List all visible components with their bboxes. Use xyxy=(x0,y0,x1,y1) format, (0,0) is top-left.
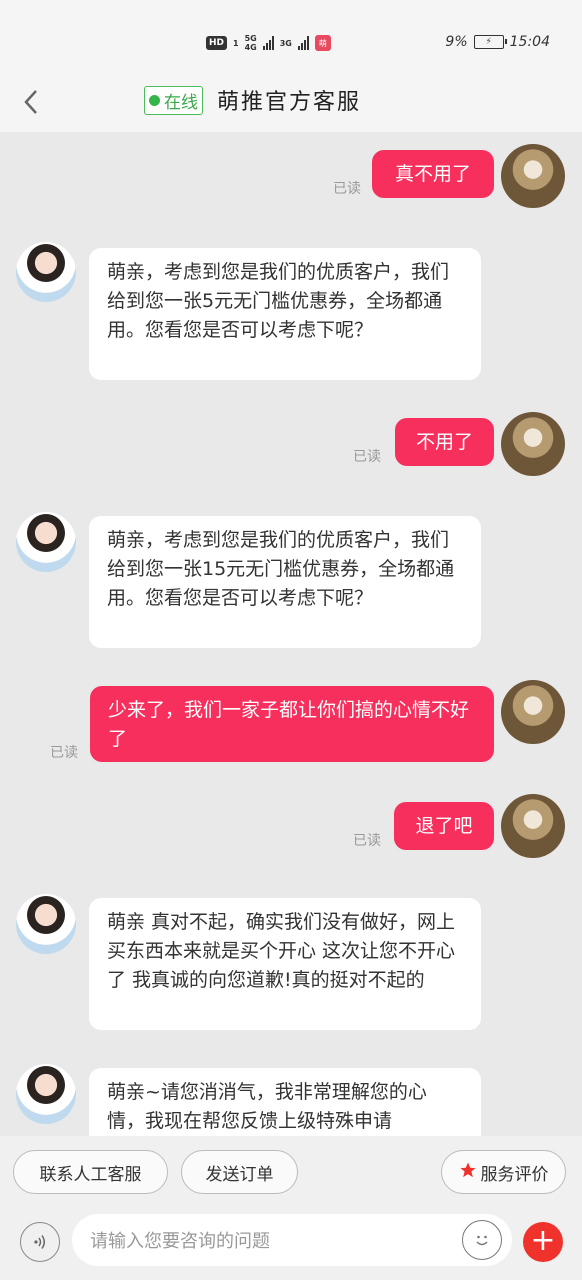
network-type-2: 3G xyxy=(279,38,292,48)
app-notification-icon: 萌 xyxy=(314,35,331,51)
service-rating-button[interactable]: 服务评价 xyxy=(441,1150,566,1194)
online-dot-icon xyxy=(149,95,160,106)
page-title: 萌推官方客服 xyxy=(217,90,362,115)
read-receipt: 已读 xyxy=(353,449,381,465)
status-bar: HD 1 5G 4G 3G 萌 9% ⚡ 15:04 xyxy=(0,0,582,80)
contact-human-button[interactable]: 联系人工客服 xyxy=(13,1150,168,1194)
agent-message[interactable]: 萌亲，考虑到您是我们的优质客户，我们给到您一张5元无门槛优惠券，全场都通用。您看… xyxy=(89,248,481,380)
plus-icon[interactable]: + xyxy=(523,1222,563,1262)
read-receipt: 已读 xyxy=(353,833,381,849)
signal-bars-icon xyxy=(297,36,309,50)
chat-messages[interactable]: 已读 真不用了 萌亲，考虑到您是我们的优质客户，我们给到您一张5元无门槛优惠券，… xyxy=(0,132,582,1136)
agent-message[interactable]: 萌亲~请您消消气，我非常理解您的心情，我现在帮您反馈上级特殊申请 xyxy=(89,1068,481,1136)
agent-avatar[interactable] xyxy=(16,242,76,302)
agent-message[interactable]: 萌亲 真对不起，确实我们没有做好，网上买东西本来就是买个开心 这次让您不开心了 … xyxy=(89,898,481,1030)
agent-avatar[interactable] xyxy=(16,1064,76,1124)
battery-percent: 9% xyxy=(445,34,468,50)
online-status-badge: 在线 xyxy=(144,86,203,115)
send-order-button[interactable]: 发送订单 xyxy=(181,1150,298,1194)
clock: 15:04 xyxy=(509,34,550,50)
battery-icon: ⚡ xyxy=(473,35,507,49)
user-message[interactable]: 真不用了 xyxy=(372,150,494,198)
signal-bars-icon xyxy=(262,36,274,50)
user-message[interactable]: 不用了 xyxy=(395,418,494,466)
user-message[interactable]: 退了吧 xyxy=(394,802,494,850)
user-message[interactable]: 少来了，我们一家子都让你们搞的心情不好了 xyxy=(90,686,494,762)
online-label: 在线 xyxy=(164,93,198,113)
star-icon xyxy=(459,1161,477,1184)
read-receipt: 已读 xyxy=(333,181,361,197)
read-receipt: 已读 xyxy=(50,745,78,761)
agent-avatar[interactable] xyxy=(16,894,76,954)
user-avatar[interactable] xyxy=(501,794,565,858)
message-input[interactable]: 请输入您要咨询的问题 xyxy=(72,1214,512,1266)
sim-label: 1 xyxy=(233,38,239,48)
network-type-1: 5G 4G xyxy=(244,34,257,52)
user-avatar[interactable] xyxy=(501,680,565,744)
status-right: 9% ⚡ 15:04 xyxy=(445,34,550,50)
emoji-icon[interactable] xyxy=(462,1220,502,1260)
hd-icon: HD xyxy=(206,36,228,50)
input-bar: 请输入您要咨询的问题 + xyxy=(0,1208,582,1280)
agent-message[interactable]: 萌亲，考虑到您是我们的优质客户，我们给到您一张15元无门槛优惠券，全场都通用。您… xyxy=(89,516,481,648)
signal-indicators: HD 1 5G 4G 3G 萌 xyxy=(206,34,331,52)
chevron-left-icon[interactable] xyxy=(20,88,46,114)
voice-icon[interactable] xyxy=(20,1222,60,1262)
chat-header: 在线 萌推官方客服 xyxy=(0,70,582,132)
user-avatar[interactable] xyxy=(501,144,565,208)
service-rating-label: 服务评价 xyxy=(480,1164,549,1185)
quick-actions-bar: 联系人工客服 发送订单 服务评价 xyxy=(0,1136,582,1208)
agent-avatar[interactable] xyxy=(16,512,76,572)
user-avatar[interactable] xyxy=(501,412,565,476)
